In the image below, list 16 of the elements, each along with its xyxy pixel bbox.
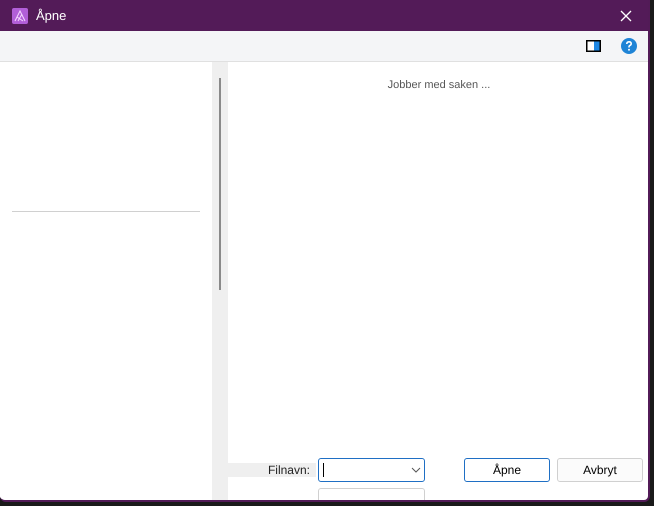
pane-splitter[interactable] <box>212 62 228 500</box>
help-button[interactable] <box>621 38 637 54</box>
preview-pane-button[interactable] <box>586 40 601 52</box>
scrollbar-thumb[interactable] <box>219 78 221 290</box>
filename-label: Filnavn: <box>268 462 310 479</box>
dropdown-icon <box>411 467 421 473</box>
cancel-button[interactable]: Avbryt <box>557 458 643 482</box>
text-cursor <box>323 463 324 477</box>
window-title: Åpne <box>36 6 66 25</box>
app-logo-icon <box>12 8 28 24</box>
status-text: Jobber med saken ... <box>388 78 490 93</box>
close-icon <box>620 10 632 22</box>
open-button[interactable]: Åpne <box>464 458 550 482</box>
preview-pane-icon <box>586 40 601 52</box>
filename-field[interactable] <box>318 458 425 482</box>
help-icon <box>621 38 637 54</box>
